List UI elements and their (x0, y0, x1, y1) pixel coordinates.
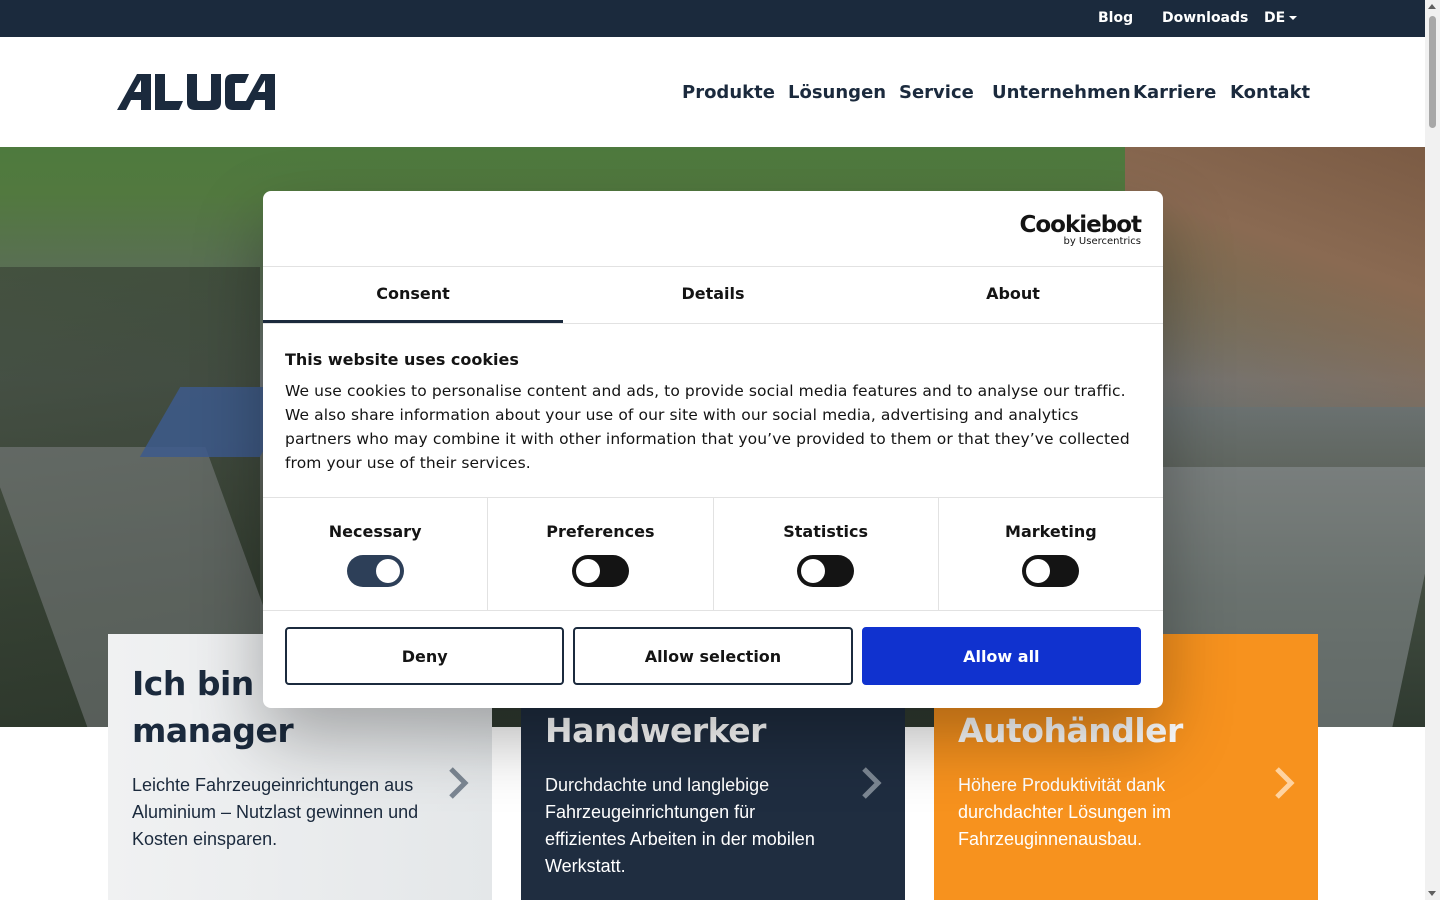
consent-heading: This website uses cookies (285, 350, 519, 369)
consent-text: We use cookies to personalise content an… (285, 382, 1130, 472)
toggle-label: Preferences (546, 522, 655, 541)
tab-consent[interactable]: Consent (263, 267, 563, 323)
toggle-label: Necessary (328, 522, 422, 541)
scroll-down-arrow-icon[interactable] (1428, 891, 1436, 896)
toggle-label: Marketing (1005, 522, 1097, 541)
marketing-toggle[interactable] (1022, 555, 1080, 587)
toggle-group-preferences: Preferences (488, 498, 714, 610)
consent-toggles: Necessary Preferences Statistics Marketi… (263, 498, 1163, 611)
statistics-toggle[interactable] (797, 555, 855, 587)
page-scrollbar[interactable] (1425, 0, 1440, 900)
cookiebot-logo[interactable]: Cookiebot by Usercentrics (1019, 213, 1142, 247)
toggle-knob (801, 559, 826, 583)
preferences-toggle[interactable] (571, 555, 629, 587)
scroll-up-arrow-icon[interactable] (1428, 4, 1436, 9)
toggle-group-marketing: Marketing (939, 498, 1163, 610)
allow-selection-button[interactable]: Allow selection (573, 627, 853, 685)
toggle-group-necessary: Necessary (263, 498, 489, 610)
dialog-header: Cookiebot by Usercentrics (263, 191, 1163, 267)
allow-all-button[interactable]: Allow all (861, 627, 1141, 685)
consent-description: This website uses cookies We use cookies… (263, 324, 1163, 498)
scrollbar-thumb[interactable] (1429, 16, 1436, 128)
consent-buttons: Deny Allow selection Allow all (263, 611, 1163, 701)
tab-details[interactable]: Details (563, 267, 863, 323)
toggle-knob (375, 559, 400, 583)
dialog-tabs: Consent Details About (263, 267, 1163, 324)
deny-button[interactable]: Deny (285, 627, 565, 685)
toggle-group-statistics: Statistics (714, 498, 939, 610)
toggle-knob (575, 559, 600, 583)
toggle-knob (1026, 559, 1051, 583)
necessary-toggle[interactable] (346, 555, 404, 587)
cookie-consent-dialog: Cookiebot by Usercentrics Consent Detail… (263, 191, 1163, 708)
tab-about[interactable]: About (863, 267, 1163, 323)
toggle-label: Statistics (783, 522, 868, 541)
